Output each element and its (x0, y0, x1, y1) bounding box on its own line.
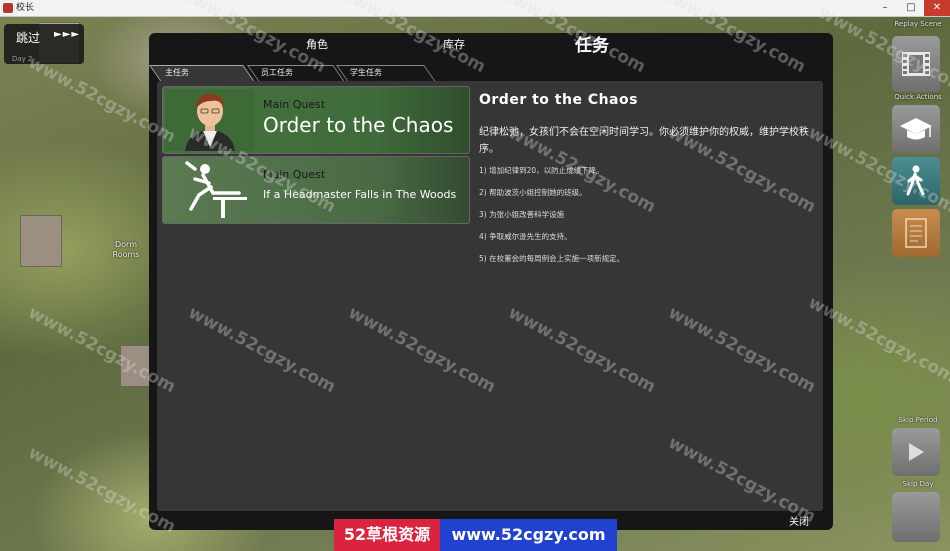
film-icon (902, 52, 930, 76)
quest-card-order-to-the-chaos[interactable]: Main Quest Order to the Chaos (162, 86, 470, 154)
notes-icon (905, 218, 927, 248)
subtab-label: 学生任务 (350, 68, 382, 77)
map-building (20, 215, 62, 267)
headmaster-portrait-icon (165, 89, 255, 151)
lesson-action-button[interactable] (892, 105, 940, 153)
side-panel: Replay Scene Quick Actions Skip Period S… (886, 16, 950, 551)
day-label: Day 2 (12, 55, 33, 63)
quest-type-label: Main Quest (263, 168, 326, 181)
subtab-main-quests[interactable]: 主任务 (149, 65, 255, 82)
quest-content-panel: Main Quest Order to the Chaos Main Quest… (157, 81, 823, 511)
skip-label: 跳过 (16, 31, 41, 45)
quest-objective: 2) 帮助波茨小姐控制她的班级。 (479, 188, 587, 197)
skip-button[interactable]: 跳过 ►►► Day 2 (4, 24, 84, 64)
quest-objective: 5) 在校董会的每周例会上实施一项新规定。 (479, 254, 625, 263)
fast-forward-icon: ►►► (54, 29, 81, 40)
replay-scene-caption: Replay Scene (894, 20, 942, 28)
quest-objective: 1) 增加纪律到20，以防止成绩下降。 (479, 166, 604, 175)
subtab-staff-quests[interactable]: 员工任务 (247, 65, 345, 82)
map-label-dorm-rooms[interactable]: Dorm Rooms (108, 240, 144, 260)
quest-objective: 4) 争取威尔逊先生的支持。 (479, 232, 572, 241)
quest-objective: 3) 为张小姐改善科学设施 (479, 210, 565, 219)
tab-characters[interactable]: 角色 (277, 36, 357, 52)
walking-person-icon (906, 165, 925, 196)
subtab-label: 主任务 (165, 68, 189, 77)
walk-action-button[interactable] (892, 157, 940, 205)
site-banner-left: 52草根资源 (334, 519, 440, 551)
subtab-student-quests[interactable]: 学生任务 (336, 65, 436, 82)
quest-card-headmaster-falls[interactable]: Main Quest If a Headmaster Falls in The … (162, 156, 470, 224)
quest-type-label: Main Quest (263, 98, 326, 111)
tab-quests[interactable]: 任务 (552, 31, 632, 56)
skip-period-button[interactable] (892, 428, 940, 476)
play-icon (909, 443, 924, 461)
falling-person-icon (185, 161, 247, 218)
quest-detail-description: 纪律松弛，女孩们不会在空闲时间学习。你必须维护你的权威，维护学校秩序。 (479, 127, 809, 155)
quest-detail-title: Order to the Chaos (479, 92, 638, 108)
notes-action-button[interactable] (892, 209, 940, 257)
tab-inventory[interactable]: 库存 (414, 36, 494, 52)
window-titlebar: 校长 – □ ✕ (0, 0, 950, 17)
journal-dialog: 角色 库存 任务 主任务 员工任务 学生任务 Main Quest Order … (149, 33, 833, 530)
close-window-button[interactable]: ✕ (924, 0, 950, 16)
skip-day-caption: Skip Day (902, 480, 934, 488)
quest-name: Order to the Chaos (263, 113, 454, 137)
quest-name: If a Headmaster Falls in The Woods (263, 188, 457, 201)
minimize-button[interactable]: – (872, 0, 898, 16)
quick-actions-caption: Quick Actions (894, 93, 942, 101)
map-building (120, 345, 150, 387)
skip-day-button[interactable] (892, 492, 940, 542)
site-banner-right: www.52cgzy.com (440, 519, 617, 551)
graduation-cap-icon (900, 118, 932, 140)
window-title: 校长 (16, 3, 35, 13)
subtab-label: 员工任务 (261, 68, 293, 77)
replay-scene-button[interactable] (892, 36, 940, 92)
app-icon (3, 3, 13, 13)
close-dialog-button[interactable]: 关闭 (789, 513, 809, 528)
maximize-button[interactable]: □ (898, 0, 924, 16)
skip-period-caption: Skip Period (898, 416, 938, 424)
